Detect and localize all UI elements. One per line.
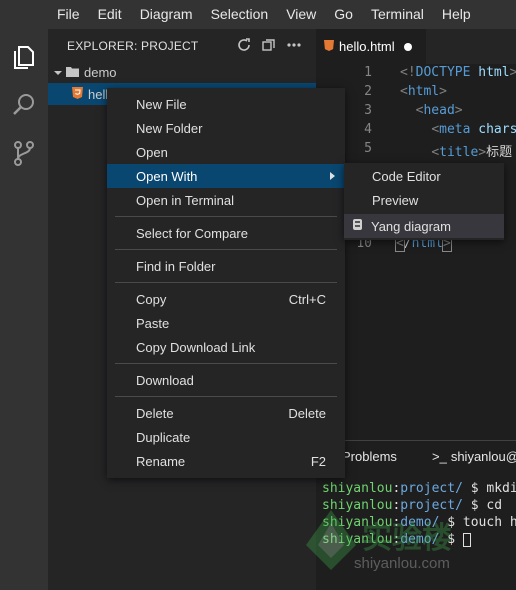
menu-item-label: New File	[136, 96, 187, 112]
menu-item-label: Preview	[372, 192, 419, 208]
menu-item-duplicate[interactable]: Duplicate	[107, 425, 345, 449]
watermark: 实验楼 shiyanlou.com	[296, 505, 496, 585]
menu-item-label: Download	[136, 372, 194, 388]
line-number: 5	[364, 141, 372, 156]
menu-item-copy-download-link[interactable]: Copy Download Link	[107, 335, 345, 359]
submenu-item-preview[interactable]: Preview	[344, 188, 504, 212]
menu-item-download[interactable]: Download	[107, 368, 345, 392]
line-number: 2	[364, 84, 372, 99]
line-number: 3	[364, 103, 372, 118]
menu-item-label: Select for Compare	[136, 225, 248, 241]
menu-item-open[interactable]: Open	[107, 140, 345, 164]
menu-item-label: Find in Folder	[136, 258, 216, 274]
menubar: File Edit Diagram Selection View Go Term…	[0, 0, 516, 29]
tree-folder-demo[interactable]: demo	[48, 61, 316, 83]
tab-problems[interactable]: Problems	[342, 449, 397, 464]
menu-terminal[interactable]: Terminal	[362, 0, 433, 29]
tab-label: hello.html	[339, 39, 395, 54]
menu-separator	[115, 363, 337, 364]
menu-separator	[115, 282, 337, 283]
menu-item-label: Rename	[136, 453, 186, 469]
code-line: <meta charse	[431, 122, 516, 137]
menu-separator	[115, 396, 337, 397]
html-file-icon	[72, 86, 83, 102]
shortcut-label: Ctrl+C	[288, 291, 326, 307]
menu-item-copy[interactable]: Copy Ctrl+C	[107, 287, 345, 311]
menu-item-label: New Folder	[136, 120, 203, 136]
menu-view[interactable]: View	[277, 0, 325, 29]
menu-item-rename[interactable]: Rename F2	[107, 449, 345, 473]
menu-item-label: Code Editor	[372, 168, 441, 184]
tab-terminal[interactable]: >_ shiyanlou@	[432, 449, 516, 464]
menu-item-find-in-folder[interactable]: Find in Folder	[107, 254, 345, 278]
folder-icon	[66, 65, 79, 80]
shortcut-label: Delete	[288, 405, 326, 421]
menu-item-select-for-compare[interactable]: Select for Compare	[107, 221, 345, 245]
menu-item-open-in-terminal[interactable]: Open in Terminal	[107, 188, 345, 212]
collapse-all-icon[interactable]	[261, 37, 277, 53]
menu-item-label: Yang diagram	[371, 218, 451, 234]
menu-diagram[interactable]: Diagram	[131, 0, 202, 29]
menu-go[interactable]: Go	[325, 0, 362, 29]
search-icon[interactable]	[10, 91, 38, 119]
menu-item-label: Open With	[136, 168, 198, 184]
unsaved-dot-icon[interactable]	[403, 42, 412, 51]
line-number: 1	[364, 65, 372, 80]
menu-item-label: Copy	[136, 291, 167, 307]
terminal-line: shiyanlou:project/ $ mkdi	[322, 481, 516, 496]
code-line: <head>	[415, 103, 463, 118]
menu-separator	[115, 249, 337, 250]
menu-separator	[115, 216, 337, 217]
open-with-submenu: Code Editor Preview Yang diagram	[344, 163, 504, 240]
menu-item-paste[interactable]: Paste	[107, 311, 345, 335]
more-icon[interactable]	[286, 37, 302, 53]
menu-edit[interactable]: Edit	[89, 0, 131, 29]
line-number: 4	[364, 122, 372, 137]
source-control-icon[interactable]	[10, 139, 38, 167]
code-line: <html>	[400, 84, 447, 99]
activity-bar	[0, 29, 48, 590]
code-line: <!DOCTYPE html>	[400, 65, 516, 80]
menu-selection[interactable]: Selection	[202, 0, 278, 29]
diagram-icon	[352, 218, 363, 234]
menu-item-new-folder[interactable]: New Folder	[107, 116, 345, 140]
editor-tabs: hello.html	[316, 29, 516, 64]
tab-label: shiyanlou@	[450, 449, 516, 464]
tree-item-label: demo	[84, 64, 117, 80]
chevron-right-icon	[330, 172, 335, 180]
code-editor[interactable]: 1 <!DOCTYPE html> 2 <html> 3 <head> 4 <m…	[316, 64, 516, 440]
shortcut-label: F2	[310, 453, 326, 469]
menu-file[interactable]: File	[48, 0, 89, 29]
refresh-icon[interactable]	[236, 37, 252, 53]
menu-item-new-file[interactable]: New File	[107, 92, 345, 116]
watermark-title: 实验楼	[362, 522, 452, 555]
tab-hello-html[interactable]: hello.html	[316, 29, 426, 64]
menu-item-delete[interactable]: Delete Delete	[107, 401, 345, 425]
context-menu: New File New Folder Open Open With Open …	[107, 88, 345, 478]
menu-item-label: Open in Terminal	[136, 192, 235, 208]
files-icon[interactable]	[10, 43, 38, 71]
menu-item-label: Copy Download Link	[136, 339, 256, 355]
menu-item-label: Delete	[136, 405, 174, 421]
menu-help[interactable]: Help	[433, 0, 480, 29]
menu-item-label: Duplicate	[136, 429, 191, 445]
menu-item-open-with[interactable]: Open With	[107, 164, 345, 188]
terminal-icon: >_	[432, 449, 447, 464]
menu-item-label: Open	[136, 144, 168, 160]
watermark-url: shiyanlou.com	[354, 555, 450, 572]
chevron-down-icon	[54, 65, 62, 80]
submenu-item-yang-diagram[interactable]: Yang diagram	[344, 214, 504, 238]
menu-item-label: Paste	[136, 315, 170, 331]
html-file-icon	[324, 39, 334, 54]
submenu-item-code-editor[interactable]: Code Editor	[344, 164, 504, 188]
code-line: <title>标题	[431, 145, 513, 160]
